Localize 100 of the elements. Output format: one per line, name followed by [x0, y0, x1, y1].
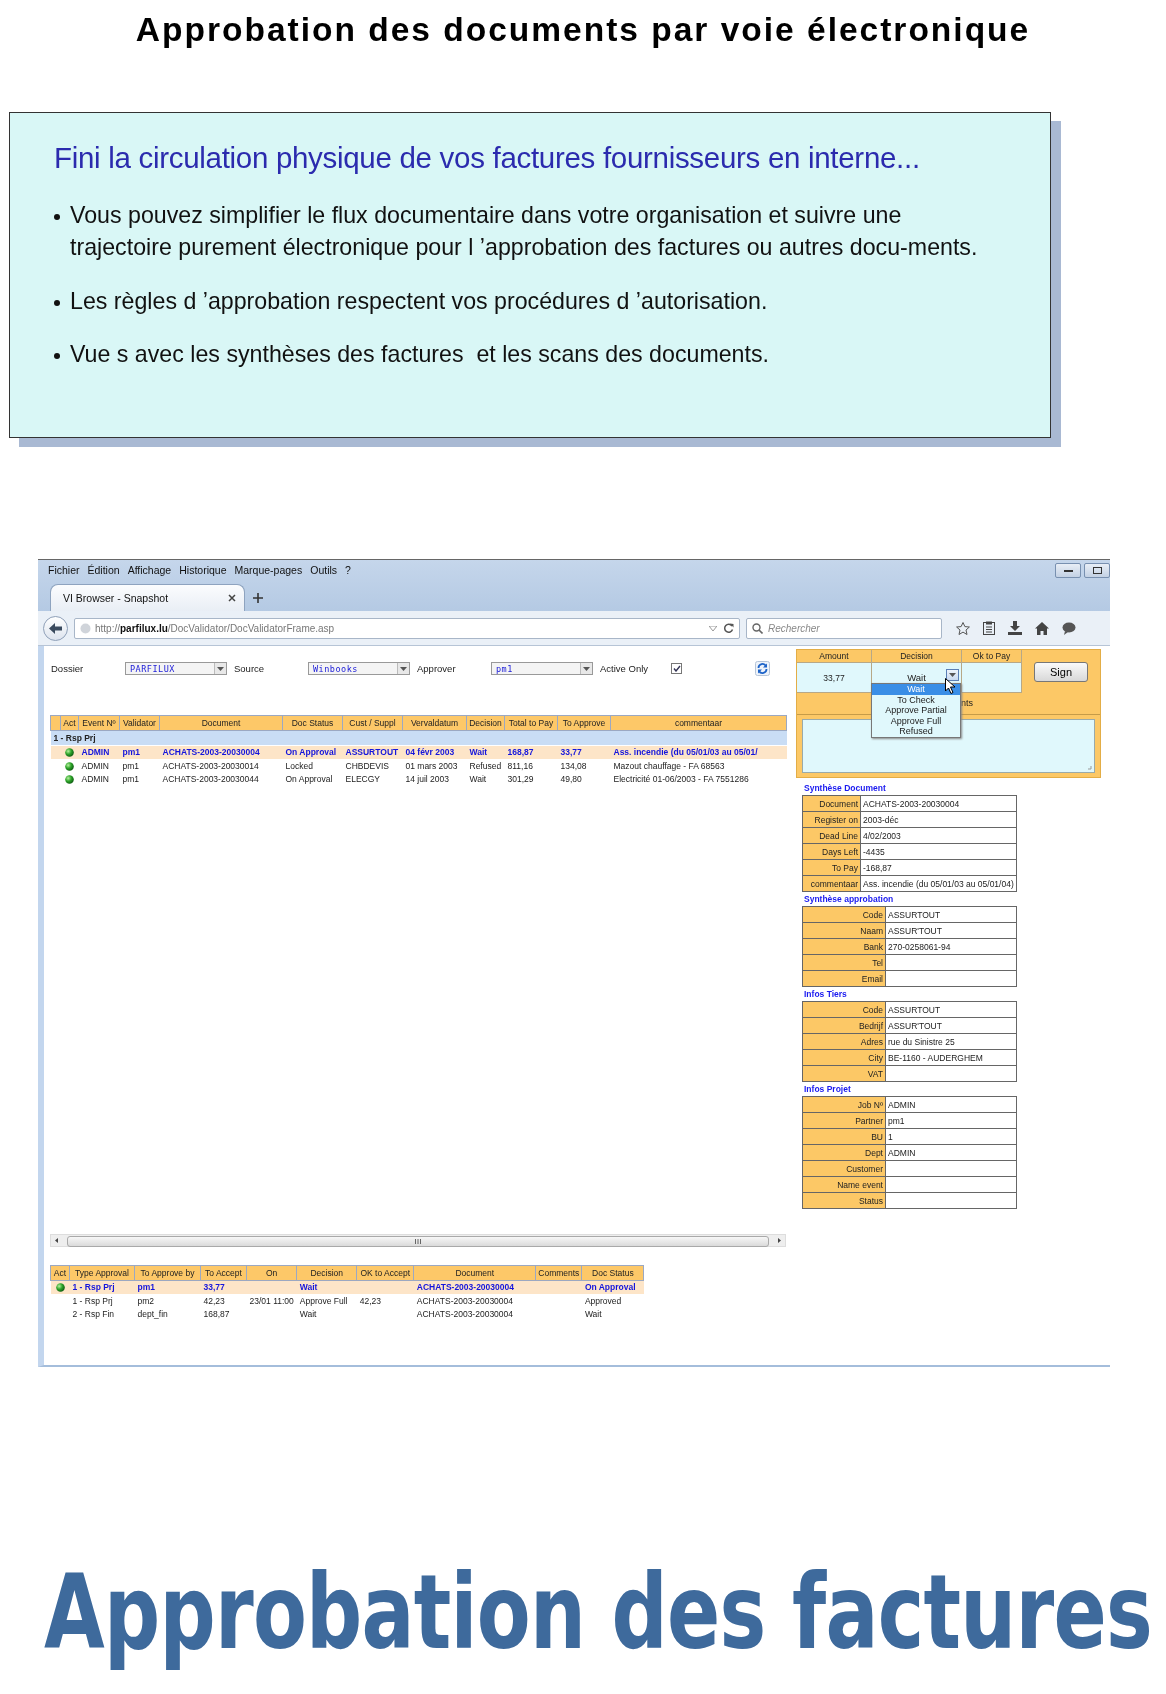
select-field[interactable]: pm1 — [491, 662, 593, 675]
table-cell-text: dept_fin — [136, 1308, 169, 1321]
section-title: Synthèse Document — [804, 783, 887, 793]
column-header: Doc Status — [282, 715, 343, 731]
table-cell-text: Wait — [583, 1308, 603, 1321]
table-cell: Refused — [466, 759, 505, 773]
cursor-icon — [945, 678, 956, 694]
caret-icon[interactable] — [709, 625, 717, 631]
bullet-text: Vous pouvez simplifier le flux documentaire dans votre organisation et suivre une trajectoire purement électronique pour l ’approbation des factures ou autres docu-ments. — [70, 201, 979, 263]
table-cell-text: 14 juil 2003 — [404, 773, 450, 786]
column-header: Document — [159, 715, 283, 731]
search-icon — [752, 622, 763, 634]
minimize-button[interactable] — [1055, 562, 1081, 578]
close-icon[interactable] — [228, 594, 236, 603]
table-cell: ACHATS-2003-20030004 — [413, 1294, 536, 1308]
column-header: Validator — [119, 715, 160, 731]
bullet-icon — [54, 299, 60, 306]
bullet-text: Vue s avec les synthèses des factures et les scans des documents. — [70, 340, 770, 370]
column-header: Document — [413, 1265, 536, 1280]
scrollbar-thumb[interactable] — [67, 1235, 769, 1247]
table-cell: CHBDEVIS — [342, 759, 403, 773]
menu-item[interactable]: Marque-pages — [230, 564, 307, 577]
search-field[interactable]: Rechercher — [746, 617, 942, 639]
table-cell-text: ADMIN — [80, 773, 110, 786]
select-field[interactable]: PARFILUX — [125, 662, 227, 675]
table-cell: pm1 — [119, 759, 160, 773]
dropdown-option[interactable]: Approve Full — [872, 715, 960, 726]
restore-icon — [1092, 566, 1102, 574]
clipboard-icon[interactable] — [983, 621, 995, 636]
menu-item[interactable]: Fichier — [44, 564, 84, 577]
table-cell: pm2 — [134, 1294, 201, 1308]
speech-bubble-icon[interactable] — [1062, 621, 1076, 635]
table-row[interactable]: ADMIN pm1 ACHATS-2003-20030004 On Approval ASSURTOUT 04 févr 2003 Wait 168,87 33,77 Ass. incendie (du 05/01/03 au 05/01/ — [50, 745, 787, 759]
column-header: commentaar — [610, 715, 787, 731]
menu-item[interactable]: Édition — [83, 564, 124, 577]
plus-icon[interactable] — [253, 593, 263, 604]
table-cell-text: 49,80 — [559, 773, 583, 786]
table-cell-text: ACHATS-2003-20030044 — [161, 773, 260, 786]
dropdown-button[interactable] — [946, 669, 959, 681]
caret-icon — [583, 666, 590, 671]
table-cell: Approved — [581, 1294, 644, 1308]
field-label: Code — [802, 1001, 886, 1018]
filter-label: Dossier — [51, 663, 85, 674]
star-icon[interactable] — [956, 621, 970, 635]
table-row[interactable]: 1 - Rsp Prj pm1 33,77 Wait ACHATS-2003-20030004 On Approval — [50, 1280, 644, 1294]
select-field[interactable]: Winbooks — [308, 662, 410, 675]
restore-button[interactable] — [1084, 562, 1110, 578]
table-cell-text: Wait — [468, 773, 488, 786]
section-title: Synthèse approbation — [804, 894, 895, 904]
field-value: ASSURTOUT — [885, 906, 1017, 923]
sign-button[interactable]: Sign — [1034, 661, 1088, 682]
menu-item[interactable]: Outils — [306, 564, 342, 577]
table-cell: 01 mars 2003 — [402, 759, 467, 773]
back-button[interactable] — [43, 615, 68, 641]
column-header: Vervaldatum — [402, 715, 467, 731]
table-cell-text: 168,87 — [202, 1308, 231, 1321]
table-cell: 42,23 — [356, 1294, 414, 1308]
column-header: Cust / Suppl — [342, 715, 403, 731]
bullet-icon — [54, 353, 60, 360]
table-row[interactable]: ADMIN pm1 ACHATS-2003-20030014 Locked CHBDEVIS 01 mars 2003 Refused 811,16 134,08 Mazout chauffage - FA 68563 — [50, 759, 787, 773]
bullet-text: Les règles d ’approbation respectent vos procédures d ’autorisation. — [70, 286, 769, 316]
column-header: Act — [50, 1265, 70, 1280]
caret-icon — [217, 666, 224, 671]
table-row[interactable]: 1 - Rsp Prj pm2 42,23 23/01 11:00 Approve Full 42,23 ACHATS-2003-20030004 Approved — [50, 1294, 644, 1308]
dropdown-option[interactable]: Refused — [872, 726, 960, 737]
globe-icon — [80, 622, 91, 634]
table-cell-text: Wait — [298, 1308, 318, 1321]
address-field[interactable]: http://parfilux.lu/DocValidator/DocValidatorFrame.asp — [74, 617, 740, 639]
table-cell-text: Electricité 01-06/2003 - FA 7551286 — [612, 773, 750, 786]
table-cell: 42,23 — [200, 1294, 247, 1308]
menu-item[interactable]: ? — [341, 564, 355, 577]
table-cell-text: 2 - Rsp Fin — [71, 1308, 116, 1321]
refresh-icon[interactable] — [755, 661, 770, 676]
dropdown-option[interactable]: To Check — [872, 694, 960, 705]
browser-tab[interactable]: VI Browser - Snapshot — [50, 584, 245, 612]
table-cell-text: 301,29 — [506, 773, 535, 786]
table-row[interactable]: 2 - Rsp Fin dept_fin 168,87 Wait ACHATS-2003-20030004 Wait — [50, 1307, 644, 1321]
table-row[interactable]: ADMIN pm1 ACHATS-2003-20030044 On Approval ELECGY 14 juil 2003 Wait 301,29 49,80 Electricité 01-06/2003 - FA 7551286 — [50, 772, 787, 786]
resize-grip-icon[interactable] — [1087, 765, 1092, 770]
checkbox-label: Active Only — [600, 663, 649, 674]
home-icon[interactable] — [1035, 621, 1049, 635]
section-title: Infos Tiers — [804, 989, 848, 999]
column-header: Type Approval — [69, 1265, 135, 1280]
reload-icon[interactable] — [723, 622, 734, 634]
filter-label: Source — [234, 663, 266, 674]
column-header: OK to Accept — [356, 1265, 414, 1280]
table-cell: 134,08 — [557, 759, 611, 773]
intro-heading: Fini la circulation physique de vos factures fournisseurs en interne... — [54, 141, 921, 175]
column-header: On — [246, 1265, 297, 1280]
menu-item[interactable]: Historique — [175, 564, 231, 577]
field-label: Document — [802, 795, 861, 812]
section-title: Infos Projet — [804, 1084, 852, 1094]
checkbox[interactable] — [671, 663, 683, 674]
download-icon[interactable] — [1008, 621, 1022, 636]
horizontal-scrollbar[interactable] — [50, 1233, 786, 1247]
column-header: Doc Status — [581, 1265, 644, 1280]
dropdown-option[interactable]: Approve Partial — [872, 705, 960, 716]
table-cell-text: ELECGY — [344, 773, 381, 786]
menu-item[interactable]: Affichage — [123, 564, 176, 577]
field-label: Job Nº — [802, 1096, 886, 1113]
